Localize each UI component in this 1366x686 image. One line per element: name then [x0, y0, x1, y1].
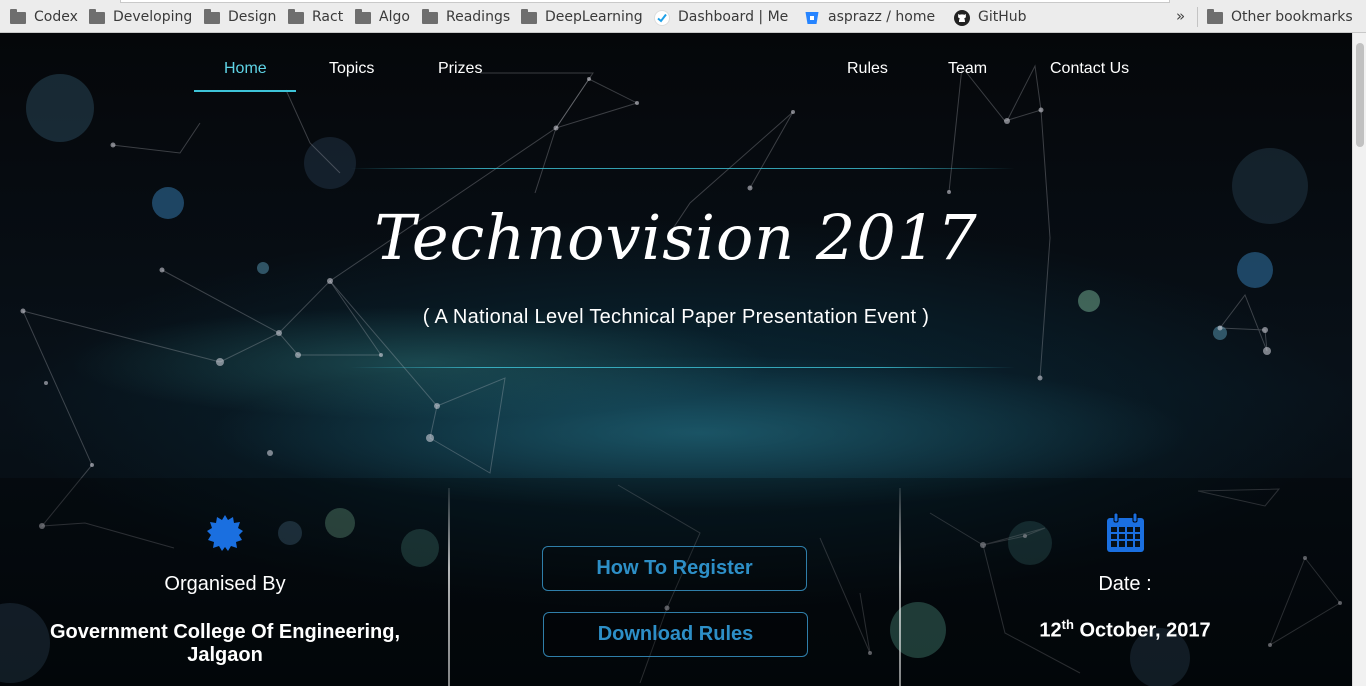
- bookmark-label: asprazz / home –: [828, 8, 940, 25]
- bookmark-label: Codex: [34, 8, 78, 25]
- bookmark-developing[interactable]: Developing: [89, 0, 192, 33]
- folder-icon: [89, 9, 105, 24]
- bookmark-label: Readings: [446, 8, 511, 25]
- bookmark-algo[interactable]: Algo: [355, 0, 410, 33]
- bookmark-readings[interactable]: Readings: [422, 0, 510, 33]
- folder-icon: [355, 9, 371, 24]
- nav-active-indicator: [194, 90, 296, 92]
- event-date: 12th October, 2017: [990, 617, 1260, 643]
- nav-team[interactable]: Team: [948, 60, 987, 78]
- how-to-register-button[interactable]: How To Register: [542, 546, 807, 591]
- checkmark-icon: [654, 10, 670, 26]
- separator: [1197, 7, 1198, 27]
- event-subtitle: ( A National Level Technical Paper Prese…: [422, 306, 930, 328]
- bookmark-label: Ract: [312, 8, 344, 25]
- column-divider: [899, 488, 901, 686]
- bookmarks-overflow-button[interactable]: »: [1176, 7, 1185, 25]
- badge-icon: [207, 515, 243, 551]
- nav-home[interactable]: Home: [224, 60, 267, 78]
- nav-contact-us[interactable]: Contact Us: [1050, 60, 1129, 78]
- download-rules-button[interactable]: Download Rules: [543, 612, 808, 657]
- date-suffix: th: [1061, 617, 1074, 632]
- bookmark-design[interactable]: Design: [204, 0, 276, 33]
- hero-top-divider: [350, 168, 1015, 169]
- folder-icon: [521, 9, 537, 24]
- date-label: Date :: [1098, 573, 1152, 595]
- bookmarks-bar: Codex Developing Design Ract Algo Readin…: [0, 0, 1366, 33]
- column-divider: [448, 488, 450, 686]
- bookmark-label: Other bookmarks: [1231, 8, 1353, 25]
- bookmark-dashboard[interactable]: Dashboard | Mei: [654, 0, 788, 33]
- nav-prizes[interactable]: Prizes: [438, 60, 482, 78]
- hero-bottom-divider: [350, 367, 1015, 368]
- scrollbar-thumb[interactable]: [1356, 43, 1364, 147]
- event-title: Technovision 2017: [374, 201, 978, 274]
- nav-topics[interactable]: Topics: [329, 60, 374, 78]
- calendar-icon: [1107, 513, 1144, 552]
- bookmark-label: Developing: [113, 8, 193, 25]
- organiser-name: Government College Of Engineering, Jalga…: [49, 621, 401, 666]
- bookmark-codex[interactable]: Codex: [10, 0, 78, 33]
- bookmark-label: Dashboard | Mei: [678, 8, 788, 25]
- bookmark-deeplearning[interactable]: DeepLearning: [521, 0, 643, 33]
- bookmark-label: GitHub: [978, 8, 1027, 25]
- nav-rules[interactable]: Rules: [847, 60, 888, 78]
- bookmark-label: DeepLearning: [545, 8, 643, 25]
- date-day: 12: [1039, 619, 1062, 642]
- folder-icon: [10, 9, 26, 24]
- folder-icon: [288, 9, 304, 24]
- bookmark-github[interactable]: GitHub: [954, 0, 1027, 33]
- bookmark-asprazz[interactable]: asprazz / home –: [804, 0, 940, 33]
- folder-icon: [1207, 9, 1223, 24]
- folder-icon: [204, 9, 220, 24]
- date-rest: October, 2017: [1073, 619, 1211, 642]
- folder-icon: [422, 9, 438, 24]
- github-icon: [954, 10, 970, 26]
- bitbucket-icon: [804, 10, 820, 24]
- bookmark-ract[interactable]: Ract: [288, 0, 343, 33]
- page: Home Topics Prizes Rules Team Contact Us…: [0, 33, 1352, 686]
- vertical-scrollbar[interactable]: [1352, 33, 1366, 686]
- bookmark-label: Design: [228, 8, 277, 25]
- bookmark-label: Algo: [379, 8, 410, 25]
- bookmark-other[interactable]: Other bookmarks: [1207, 0, 1353, 33]
- organiser-label: Organised By: [164, 573, 286, 595]
